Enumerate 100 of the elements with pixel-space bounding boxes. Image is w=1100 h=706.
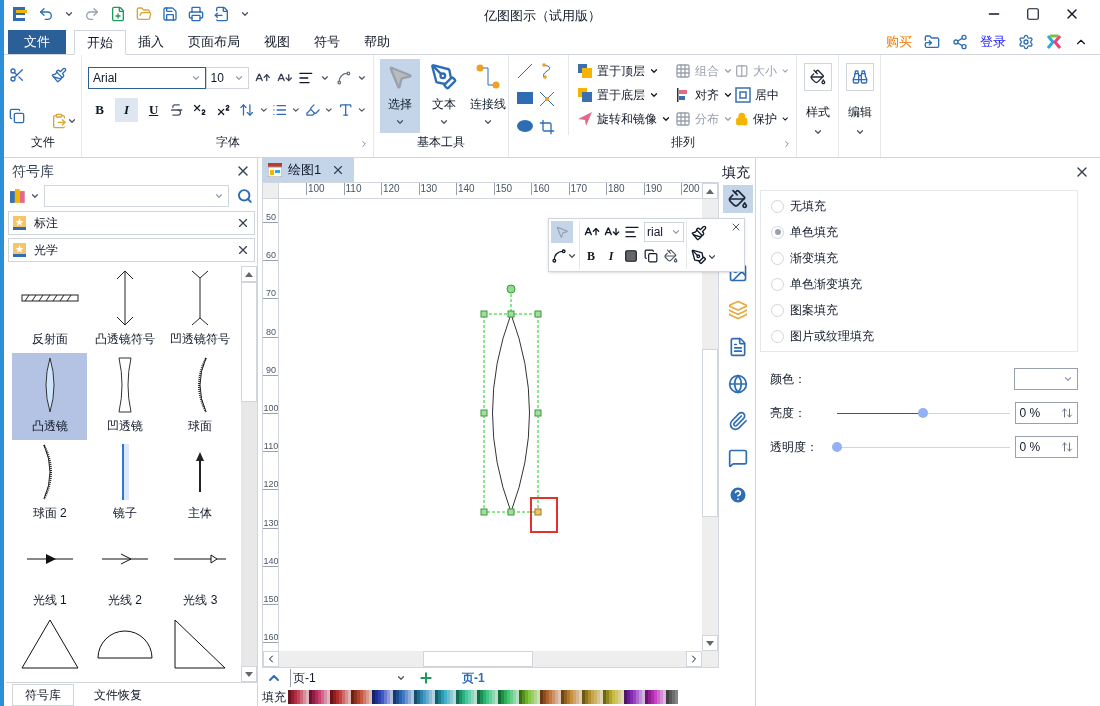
library-shape[interactable]: 凸透镜符号: [87, 266, 163, 353]
export-icon[interactable]: [214, 6, 230, 22]
page-dropdown[interactable]: 页-1: [290, 669, 410, 687]
new-file-icon[interactable]: [110, 6, 126, 22]
library-section-header[interactable]: 光学: [8, 238, 255, 262]
attachment-icon[interactable]: [728, 411, 748, 431]
comment-icon[interactable]: [728, 448, 748, 468]
ribbon-tab[interactable]: 视图: [252, 29, 302, 54]
file-menu-button[interactable]: 文件: [8, 30, 66, 54]
curved-text-icon[interactable]: [335, 70, 352, 86]
share-folder-icon[interactable]: [924, 33, 940, 50]
format-painter-icon[interactable]: [691, 225, 707, 241]
superscript-icon[interactable]: [215, 102, 232, 118]
document-tab[interactable]: 绘图1: [262, 158, 354, 182]
panel-tab[interactable]: 符号库: [12, 683, 74, 706]
arrange-button[interactable]: 对齐: [675, 86, 735, 104]
tool-button[interactable]: 连接线: [468, 59, 508, 133]
ribbon-tab[interactable]: 帮助: [352, 29, 402, 54]
selection-handles[interactable]: [480, 284, 542, 516]
library-shape[interactable]: 主体: [162, 440, 238, 527]
format-button[interactable]: I: [604, 247, 618, 265]
copy-icon[interactable]: [8, 108, 25, 124]
subscript-icon[interactable]: [192, 102, 208, 118]
arrange-button[interactable]: 居中: [735, 86, 789, 104]
library-shape[interactable]: 光线 3: [162, 527, 238, 614]
bring-front-icon[interactable]: [624, 249, 638, 263]
strikethrough-icon[interactable]: [169, 102, 185, 118]
search-field[interactable]: [43, 185, 230, 207]
arrange-button[interactable]: 保护: [735, 110, 789, 128]
maximize-icon[interactable]: [1026, 7, 1040, 21]
edit-button[interactable]: 编辑: [845, 63, 874, 137]
send-back-icon[interactable]: [644, 249, 658, 263]
cross-tool-icon[interactable]: [538, 91, 555, 107]
font-size-dropdown[interactable]: 10: [205, 67, 249, 89]
color-dropdown[interactable]: [1014, 368, 1078, 390]
connector-icon[interactable]: [551, 248, 567, 264]
font-color-icon[interactable]: [338, 102, 354, 118]
tool-button[interactable]: 文本: [424, 59, 464, 133]
ribbon-tab[interactable]: 页面布局: [176, 29, 252, 54]
tool-button[interactable]: 选择: [380, 59, 420, 133]
font-family-dropdown[interactable]: Arial: [88, 67, 206, 89]
panel-tab[interactable]: 文件恢复: [82, 683, 154, 706]
line-tool-icon[interactable]: [517, 63, 533, 79]
library-shape[interactable]: 反射面: [12, 266, 88, 353]
crop-tool-icon[interactable]: [538, 119, 555, 135]
rectangle-tool-icon[interactable]: [517, 91, 533, 105]
library-books-icon[interactable]: [10, 189, 26, 203]
close-icon[interactable]: [730, 221, 742, 233]
library-shape[interactable]: 光线 2: [87, 527, 163, 614]
fill-bucket-icon[interactable]: [664, 249, 678, 263]
arrange-button[interactable]: 置于底层: [577, 86, 675, 104]
library-section-header[interactable]: 标注: [8, 211, 255, 235]
login-link[interactable]: 登录: [980, 31, 1006, 52]
search-icon[interactable]: [237, 188, 253, 204]
line-spacing-icon[interactable]: [239, 102, 255, 118]
cut-icon[interactable]: [8, 67, 25, 83]
spin-field[interactable]: 0 %: [1014, 402, 1078, 424]
radio-option[interactable]: 无填充: [771, 197, 1067, 215]
print-icon[interactable]: [188, 6, 204, 22]
format-button[interactable]: B: [584, 247, 598, 265]
format-button[interactable]: B: [88, 98, 112, 122]
fill-bucket-icon[interactable]: [728, 189, 748, 209]
align-text-icon[interactable]: [298, 70, 314, 86]
ribbon-tab[interactable]: 开始: [74, 30, 126, 55]
scrollbar[interactable]: [241, 266, 257, 682]
radio-option[interactable]: 图片或纹理填充: [771, 327, 1067, 345]
arrange-button[interactable]: 置于顶层: [577, 62, 675, 80]
radio-option[interactable]: 图案填充: [771, 301, 1067, 319]
library-shape[interactable]: 凹透镜符号: [162, 266, 238, 353]
bullet-list-icon[interactable]: [272, 102, 288, 118]
highlight-icon[interactable]: [305, 102, 321, 118]
line-style-icon[interactable]: [691, 249, 707, 265]
help-icon[interactable]: [728, 485, 748, 505]
page-tab[interactable]: 页-1: [462, 669, 485, 687]
radio-option[interactable]: 单色渐变填充: [771, 275, 1067, 293]
ellipse-tool-icon[interactable]: [517, 119, 533, 133]
document-list-icon[interactable]: [728, 337, 748, 357]
arrange-button[interactable]: 旋转和镜像: [577, 110, 675, 128]
radio-option[interactable]: 单色填充: [771, 223, 1067, 241]
format-button[interactable]: U: [142, 98, 166, 122]
undo-icon[interactable]: [38, 6, 54, 22]
library-shape[interactable]: 凸透镜: [12, 353, 88, 440]
save-icon[interactable]: [162, 6, 178, 22]
add-page-icon[interactable]: [418, 670, 434, 686]
style-button[interactable]: 样式: [803, 63, 832, 137]
globe-icon[interactable]: [728, 374, 748, 394]
spin-field[interactable]: 0 %: [1014, 436, 1078, 458]
library-shape[interactable]: 镜子: [87, 440, 163, 527]
library-shape[interactable]: 球面: [162, 353, 238, 440]
library-shape[interactable]: 凹透镜: [87, 353, 163, 440]
library-shape[interactable]: 球面 2: [12, 440, 88, 527]
radio-option[interactable]: 渐变填充: [771, 249, 1067, 267]
ribbon-tab[interactable]: 符号: [302, 29, 352, 54]
align-text-icon[interactable]: [624, 224, 640, 240]
ribbon-tab[interactable]: 插入: [126, 29, 176, 54]
format-button[interactable]: I: [115, 98, 139, 122]
settings-icon[interactable]: [1018, 33, 1034, 50]
scrollbar[interactable]: [263, 651, 718, 667]
library-shape[interactable]: 光线 1: [12, 527, 88, 614]
color-palette[interactable]: [288, 690, 678, 704]
